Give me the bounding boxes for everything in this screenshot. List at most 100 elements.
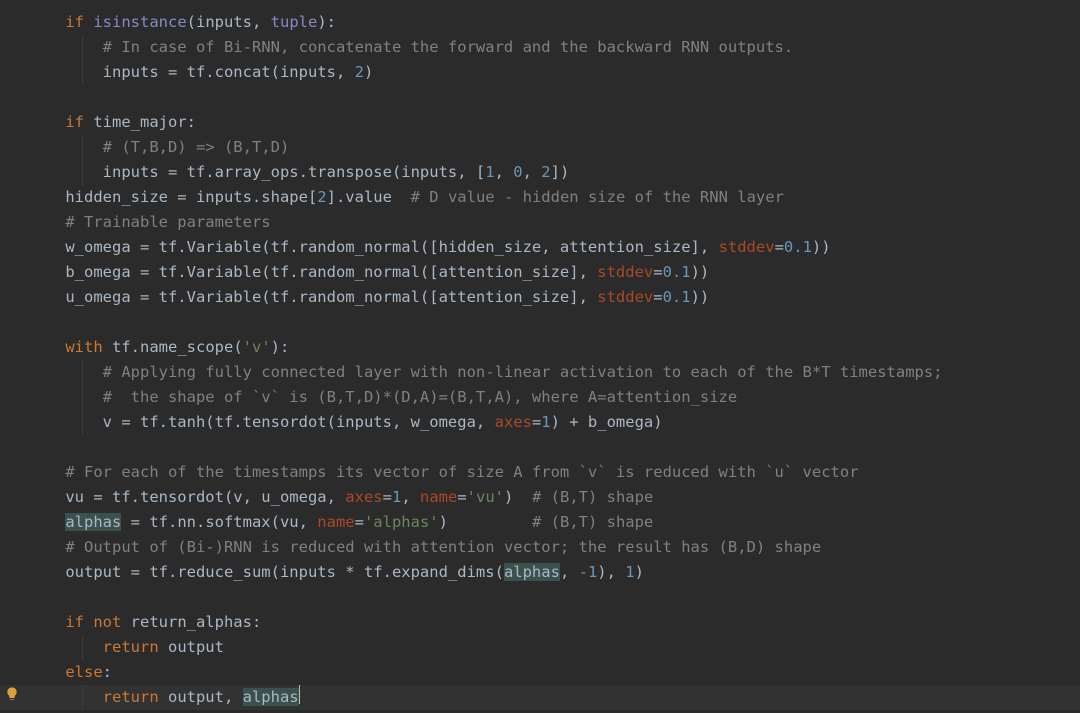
- code-token: # (B,T) shape: [532, 513, 653, 531]
- code-token: )): [691, 288, 710, 306]
- code-token: ].value: [327, 188, 411, 206]
- code-token: =: [457, 488, 466, 506]
- code-line[interactable]: if isinstance(inputs, tuple):: [0, 10, 1080, 35]
- code-token: =: [653, 263, 662, 281]
- code-line[interactable]: [0, 435, 1080, 460]
- code-token: =: [355, 513, 364, 531]
- code-line[interactable]: b_omega = tf.Variable(tf.random_normal([…: [0, 260, 1080, 285]
- code-token: stddev: [597, 288, 653, 306]
- code-line[interactable]: # In case of Bi-RNN, concatenate the for…: [0, 35, 1080, 60]
- code-line[interactable]: # For each of the timestamps its vector …: [0, 460, 1080, 485]
- code-token: if not: [65, 613, 130, 631]
- code-editor[interactable]: if isinstance(inputs, tuple): # In case …: [0, 0, 1080, 710]
- code-token: 1: [625, 563, 634, 581]
- code-token: 2: [541, 163, 550, 181]
- code-token: 0: [513, 163, 522, 181]
- code-line[interactable]: return output: [0, 635, 1080, 660]
- code-line[interactable]: if time_major:: [0, 110, 1080, 135]
- code-token: w_omega = tf.Variable(tf.random_normal([…: [65, 238, 718, 256]
- code-token: inputs = tf.concat(inputs,: [103, 63, 355, 81]
- code-line[interactable]: hidden_size = inputs.shape[2].value # D …: [0, 185, 1080, 210]
- code-token: u_omega = tf.Variable(tf.random_normal([…: [65, 288, 597, 306]
- code-token: -1: [579, 563, 598, 581]
- code-line[interactable]: alphas = tf.nn.softmax(vu, name='alphas'…: [0, 510, 1080, 535]
- code-line[interactable]: [0, 310, 1080, 335]
- code-token: return_alphas:: [131, 613, 262, 631]
- code-token: # D value - hidden size of the RNN layer: [411, 188, 784, 206]
- code-token: 1: [392, 488, 401, 506]
- code-token: return: [103, 688, 168, 706]
- code-token: v = tf.tanh(tf.tensordot(inputs, w_omega…: [103, 413, 495, 431]
- code-line[interactable]: v = tf.tanh(tf.tensordot(inputs, w_omega…: [0, 410, 1080, 435]
- code-token: b_omega = tf.Variable(tf.random_normal([…: [65, 263, 597, 281]
- code-line[interactable]: [0, 85, 1080, 110]
- code-token: (inputs,: [187, 13, 271, 31]
- code-token: ): [364, 63, 373, 81]
- code-token: inputs = tf.array_ops.transpose(inputs, …: [103, 163, 486, 181]
- code-token: alphas: [243, 688, 299, 706]
- code-line[interactable]: inputs = tf.array_ops.transpose(inputs, …: [0, 160, 1080, 185]
- code-token: ),: [597, 563, 625, 581]
- code-token: isinstance: [93, 13, 186, 31]
- code-token: output: [168, 638, 224, 656]
- code-line[interactable]: # the shape of `v` is (B,T,D)*(D,A)=(B,T…: [0, 385, 1080, 410]
- code-token: =: [653, 288, 662, 306]
- code-token: time_major:: [93, 113, 196, 131]
- code-token: 1: [485, 163, 494, 181]
- code-token: 1: [541, 413, 550, 431]
- code-token: ) + b_omega): [551, 413, 663, 431]
- code-token: 0.1: [784, 238, 812, 256]
- code-token: 2: [317, 188, 326, 206]
- code-token: # Output of (Bi-)RNN is reduced with att…: [65, 538, 821, 556]
- code-token: ):: [317, 13, 336, 31]
- code-token: if: [65, 113, 93, 131]
- code-token: 0.1: [663, 263, 691, 281]
- code-token: vu = tf.tensordot(v, u_omega,: [65, 488, 345, 506]
- code-token: ]): [551, 163, 570, 181]
- code-line[interactable]: u_omega = tf.Variable(tf.random_normal([…: [0, 285, 1080, 310]
- text-caret: [299, 685, 300, 704]
- code-token: return: [103, 638, 168, 656]
- code-line[interactable]: else:: [0, 660, 1080, 685]
- code-token: ): [504, 488, 532, 506]
- code-token: # For each of the timestamps its vector …: [65, 463, 858, 481]
- code-token: ,: [401, 488, 420, 506]
- code-token: alphas: [504, 563, 560, 581]
- code-line[interactable]: with tf.name_scope('v'):: [0, 335, 1080, 360]
- code-token: :: [103, 663, 112, 681]
- code-line[interactable]: w_omega = tf.Variable(tf.random_normal([…: [0, 235, 1080, 260]
- code-line[interactable]: [0, 585, 1080, 610]
- code-token: # Applying fully connected layer with no…: [103, 363, 943, 381]
- code-token: # (B,T) shape: [532, 488, 653, 506]
- code-line[interactable]: inputs = tf.concat(inputs, 2): [0, 60, 1080, 85]
- code-token: name: [317, 513, 354, 531]
- code-line[interactable]: return output, alphas: [0, 685, 1080, 710]
- code-token: # (T,B,D) => (B,T,D): [103, 138, 290, 156]
- code-token: axes: [495, 413, 532, 431]
- code-token: )): [812, 238, 831, 256]
- code-line[interactable]: if not return_alphas:: [0, 610, 1080, 635]
- code-token: =: [532, 413, 541, 431]
- code-token: = tf.nn.softmax(vu,: [121, 513, 317, 531]
- intention-bulb-icon[interactable]: [4, 685, 20, 701]
- code-line[interactable]: # Output of (Bi-)RNN is reduced with att…: [0, 535, 1080, 560]
- code-token: ): [439, 513, 532, 531]
- code-token: tf.name_scope(: [112, 338, 243, 356]
- code-token: 'v': [243, 338, 271, 356]
- code-token: 'alphas': [364, 513, 439, 531]
- code-line[interactable]: output = tf.reduce_sum(inputs * tf.expan…: [0, 560, 1080, 585]
- code-line[interactable]: # Applying fully connected layer with no…: [0, 360, 1080, 385]
- code-token: hidden_size = inputs.shape[: [65, 188, 317, 206]
- code-line[interactable]: # (T,B,D) => (B,T,D): [0, 135, 1080, 160]
- code-token: )): [691, 263, 710, 281]
- code-token: ,: [560, 563, 579, 581]
- code-token: ,: [495, 163, 514, 181]
- code-token: ): [635, 563, 644, 581]
- code-token: axes: [345, 488, 382, 506]
- code-token: 0.1: [663, 288, 691, 306]
- code-line[interactable]: # Trainable parameters: [0, 210, 1080, 235]
- code-token: stddev: [719, 238, 775, 256]
- code-token: 'vu': [467, 488, 504, 506]
- code-line[interactable]: vu = tf.tensordot(v, u_omega, axes=1, na…: [0, 485, 1080, 510]
- code-token: # Trainable parameters: [65, 213, 270, 231]
